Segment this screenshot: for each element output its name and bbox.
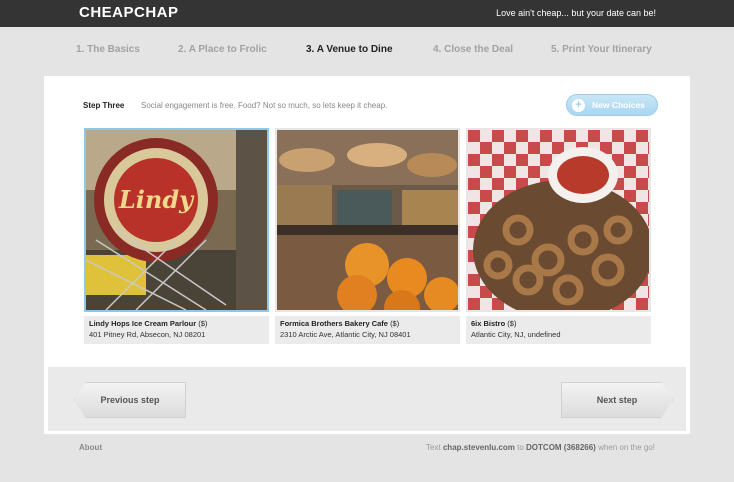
site-logo[interactable]: CHEAPCHAP — [79, 4, 179, 21]
step-1[interactable]: 1. The Basics — [76, 44, 140, 55]
venue-info: Lindy Hops Ice Cream Parlour ($) 401 Pit… — [84, 316, 269, 344]
step-2[interactable]: 2. A Place to Frolic — [178, 44, 267, 55]
step-5[interactable]: 5. Print Your Itinerary — [551, 44, 652, 55]
step-navigation: Previous step Next step — [48, 367, 686, 431]
venue-address: 2310 Arctic Ave, Atlantic City, NJ 08401 — [280, 330, 411, 339]
step-4[interactable]: 4. Close the Deal — [433, 44, 513, 55]
previous-step-button[interactable]: Previous step — [74, 382, 186, 418]
svg-text:Lindy: Lindy — [118, 185, 195, 214]
venue-card[interactable]: 6ix Bistro ($) Atlantic City, NJ, undefi… — [466, 128, 651, 344]
venue-name-row: Lindy Hops Ice Cream Parlour ($) — [89, 319, 264, 328]
venue-info: 6ix Bistro ($) Atlantic City, NJ, undefi… — [466, 316, 651, 344]
venue-name: Formica Brothers Bakery Cafe — [280, 319, 388, 328]
next-step-button[interactable]: Next step — [561, 382, 673, 418]
footer-domain: chap.stevenlu.com — [442, 443, 515, 452]
venue-card[interactable]: Lindy Lindy Hops Ice Cream Parlour ($) 4… — [84, 128, 269, 344]
venue-address: 401 Pitney Rd, Absecon, NJ 08201 — [89, 330, 206, 339]
about-link[interactable]: About — [79, 443, 102, 452]
venue-price: ($) — [390, 319, 400, 328]
step-progress: 1. The Basics 2. A Place to Frolic 3. A … — [0, 44, 734, 60]
venue-name-row: Formica Brothers Bakery Cafe ($) — [280, 319, 455, 328]
venue-card[interactable]: Formica Brothers Bakery Cafe ($) 2310 Ar… — [275, 128, 460, 344]
new-choices-label: New Choices — [592, 100, 645, 110]
footer-text-middle: to — [517, 443, 524, 452]
venue-name-row: 6ix Bistro ($) — [471, 319, 646, 328]
venue-photo: Lindy — [84, 128, 269, 312]
footer-text-prefix: Text — [425, 443, 441, 452]
footer-sms-text: Text chap.stevenlu.com to DOTCOM (368266… — [426, 443, 655, 452]
venue-photo — [275, 128, 460, 312]
footer-sms-code: DOTCOM (368266) — [526, 443, 596, 452]
top-bar: CHEAPCHAP Love ain't cheap... but your d… — [0, 0, 734, 27]
plus-circle-icon: + — [572, 99, 585, 112]
footer-text-suffix: when on the go! — [598, 443, 655, 452]
site-tagline: Love ain't cheap... but your date can be… — [496, 8, 656, 18]
venue-name: 6ix Bistro — [471, 319, 506, 328]
venue-price: ($) — [198, 319, 208, 328]
venue-info: Formica Brothers Bakery Cafe ($) 2310 Ar… — [275, 316, 460, 344]
new-choices-button[interactable]: + New Choices — [566, 94, 658, 116]
venue-name: Lindy Hops Ice Cream Parlour — [89, 319, 197, 328]
step-title: Step Three — [83, 101, 125, 110]
venue-panel: Step Three Social engagement is free. Fo… — [44, 76, 690, 434]
step-3[interactable]: 3. A Venue to Dine — [306, 44, 393, 55]
step-description: Social engagement is free. Food? Not so … — [141, 101, 388, 110]
venue-photo — [466, 128, 651, 312]
venue-address: Atlantic City, NJ, undefined — [471, 330, 561, 339]
venue-price: ($) — [507, 319, 517, 328]
